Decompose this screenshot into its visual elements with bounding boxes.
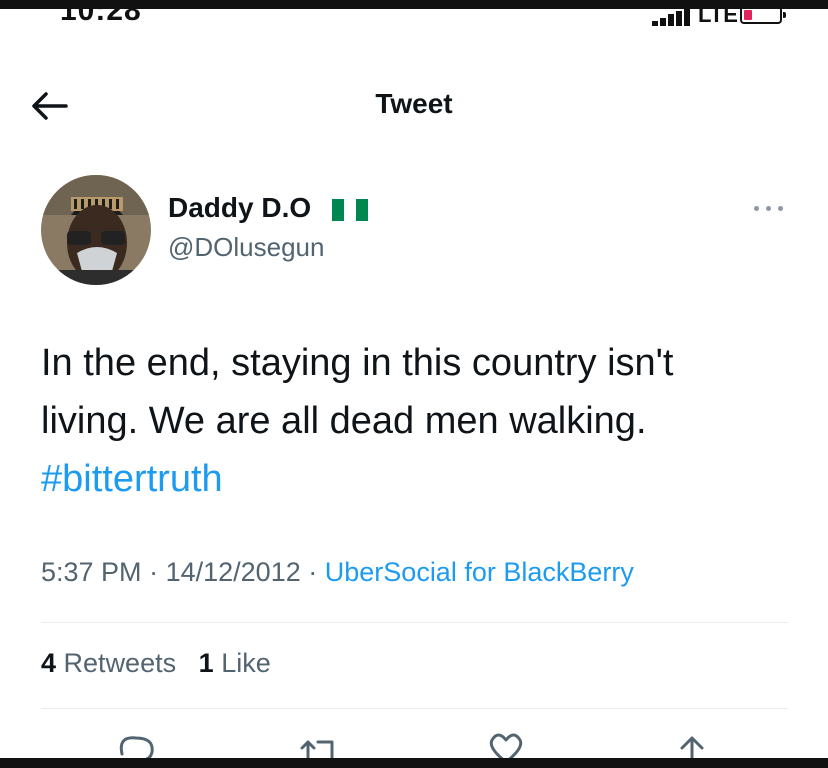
signal-icon xyxy=(652,8,694,26)
likes-label: Like xyxy=(221,648,271,678)
divider xyxy=(41,708,788,709)
nigeria-flag-icon xyxy=(332,199,368,221)
user-handle[interactable]: @DOlusegun xyxy=(168,232,324,263)
battery-icon xyxy=(740,6,786,24)
tweet-text-line: In the end, staying in this country isn'… xyxy=(41,342,674,384)
network-type: LTE xyxy=(698,2,738,27)
tweet-meta: 5:37 PM · 14/12/2012 · UberSocial for Bl… xyxy=(41,557,634,588)
tweet-source-link[interactable]: UberSocial for BlackBerry xyxy=(325,557,634,587)
retweets-count: 4 xyxy=(41,648,57,678)
bottom-edge xyxy=(0,758,828,768)
more-horizontal-icon xyxy=(754,206,759,211)
status-time: 10:28 xyxy=(60,0,142,27)
likes-count: 1 xyxy=(198,648,214,678)
tweet-text: In the end, staying in this country isn'… xyxy=(41,334,801,508)
likes-stat[interactable]: 1 Like xyxy=(199,648,271,678)
tweet-date: 14/12/2012 xyxy=(165,557,301,587)
divider xyxy=(41,622,788,623)
meta-separator: · xyxy=(308,557,318,587)
tweet-text-line: living. We are all dead men walking. xyxy=(41,400,647,442)
avatar[interactable] xyxy=(41,175,151,285)
retweets-stat[interactable]: 4 Retweets xyxy=(41,648,184,678)
page-title: Tweet xyxy=(375,88,453,119)
retweets-label: Retweets xyxy=(63,648,177,678)
hashtag-link[interactable]: #bittertruth xyxy=(41,450,801,508)
tweet-time: 5:37 PM xyxy=(41,557,142,587)
meta-separator: · xyxy=(149,557,159,587)
display-name[interactable]: Daddy D.O xyxy=(168,192,311,224)
tweet-stats: 4 Retweets 1 Like xyxy=(41,648,271,679)
more-options-button[interactable] xyxy=(752,198,786,218)
